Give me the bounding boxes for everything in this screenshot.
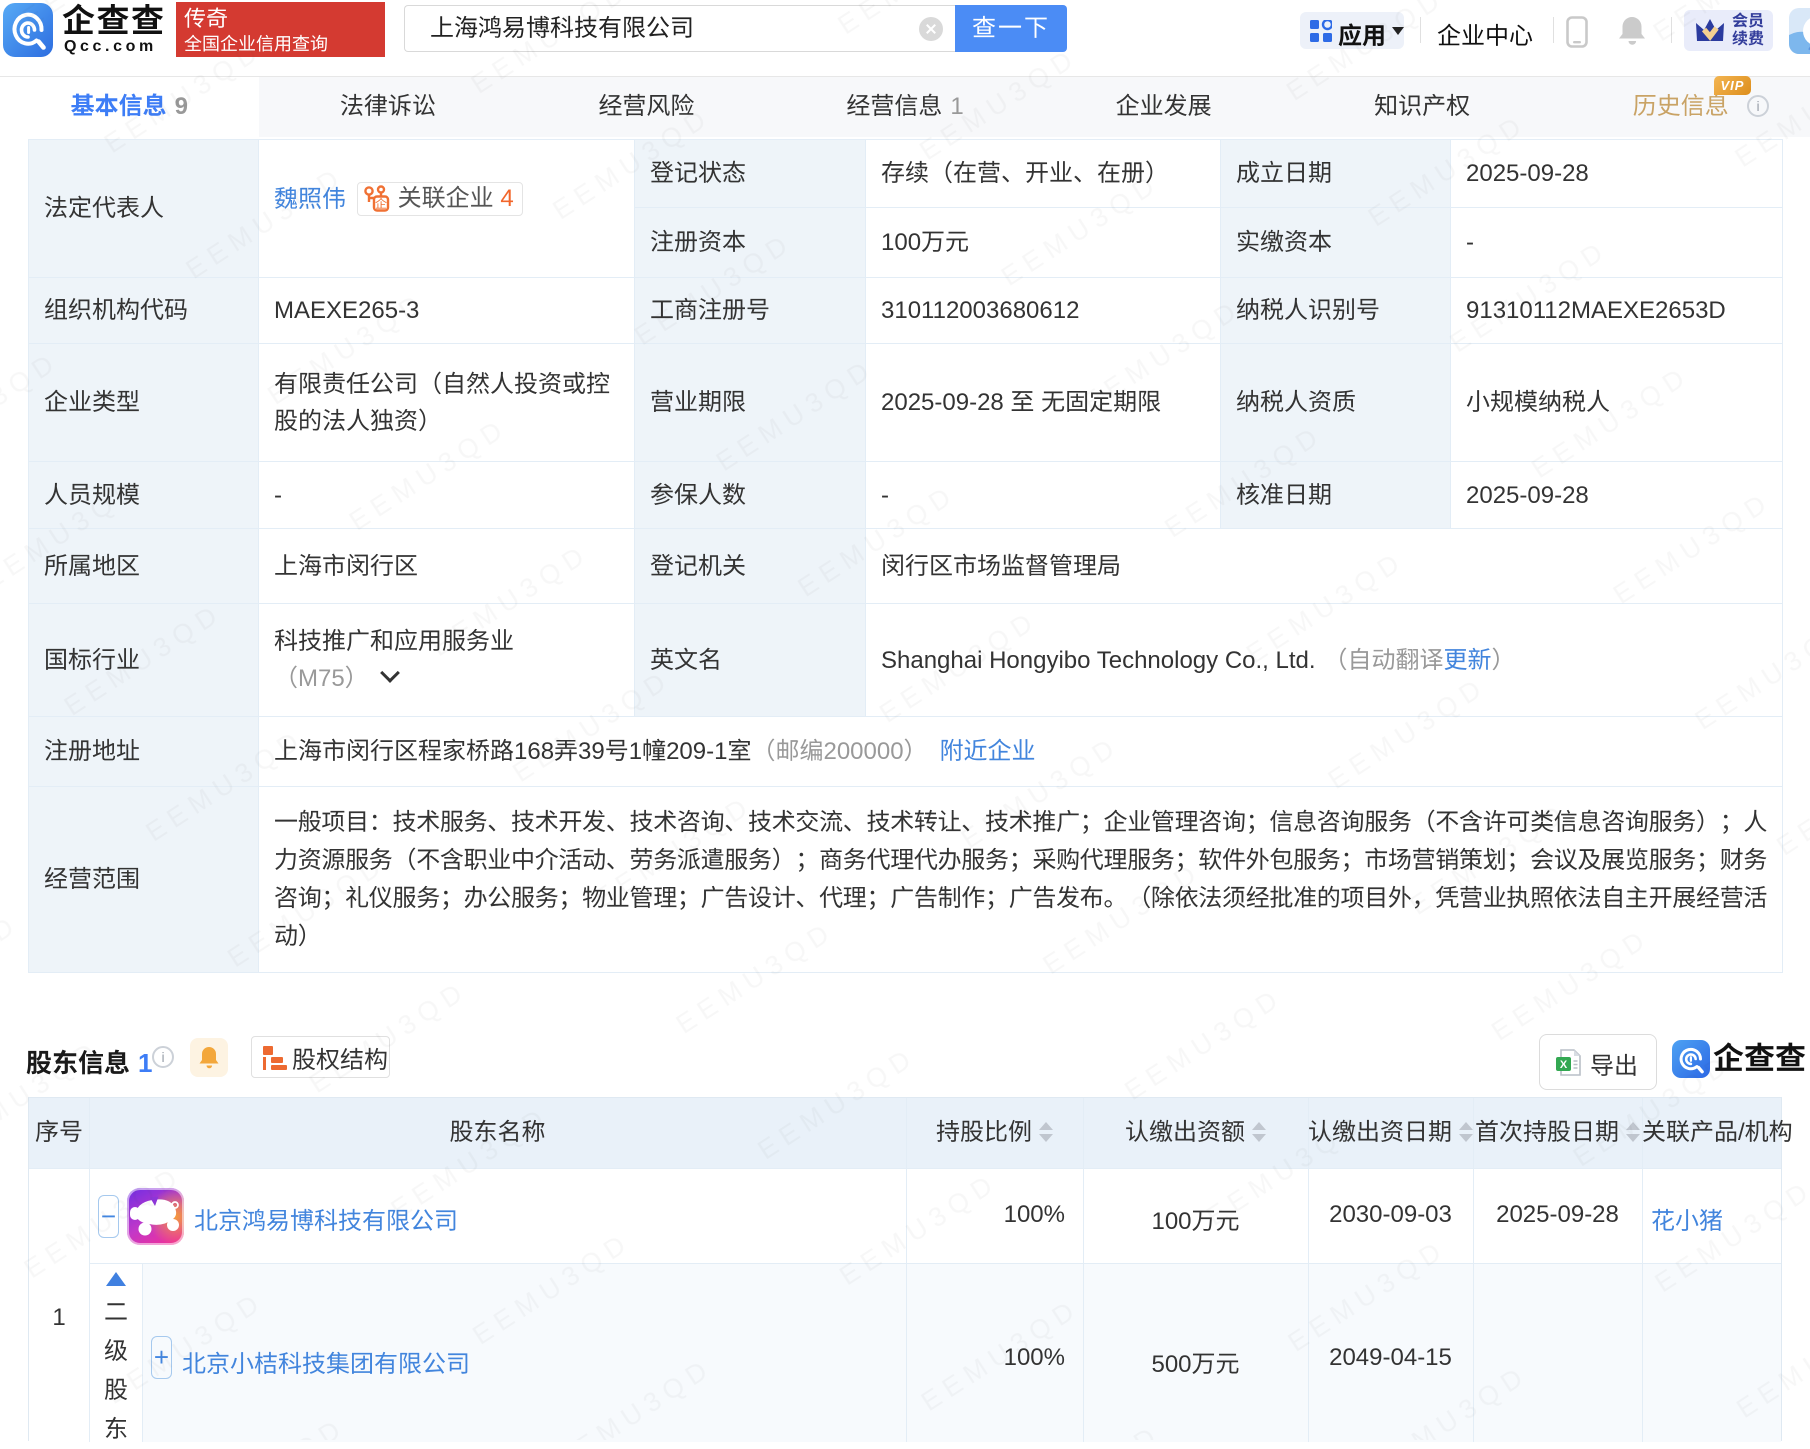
svg-text:X: X	[1560, 1059, 1568, 1071]
svg-text:企: 企	[375, 195, 387, 212]
